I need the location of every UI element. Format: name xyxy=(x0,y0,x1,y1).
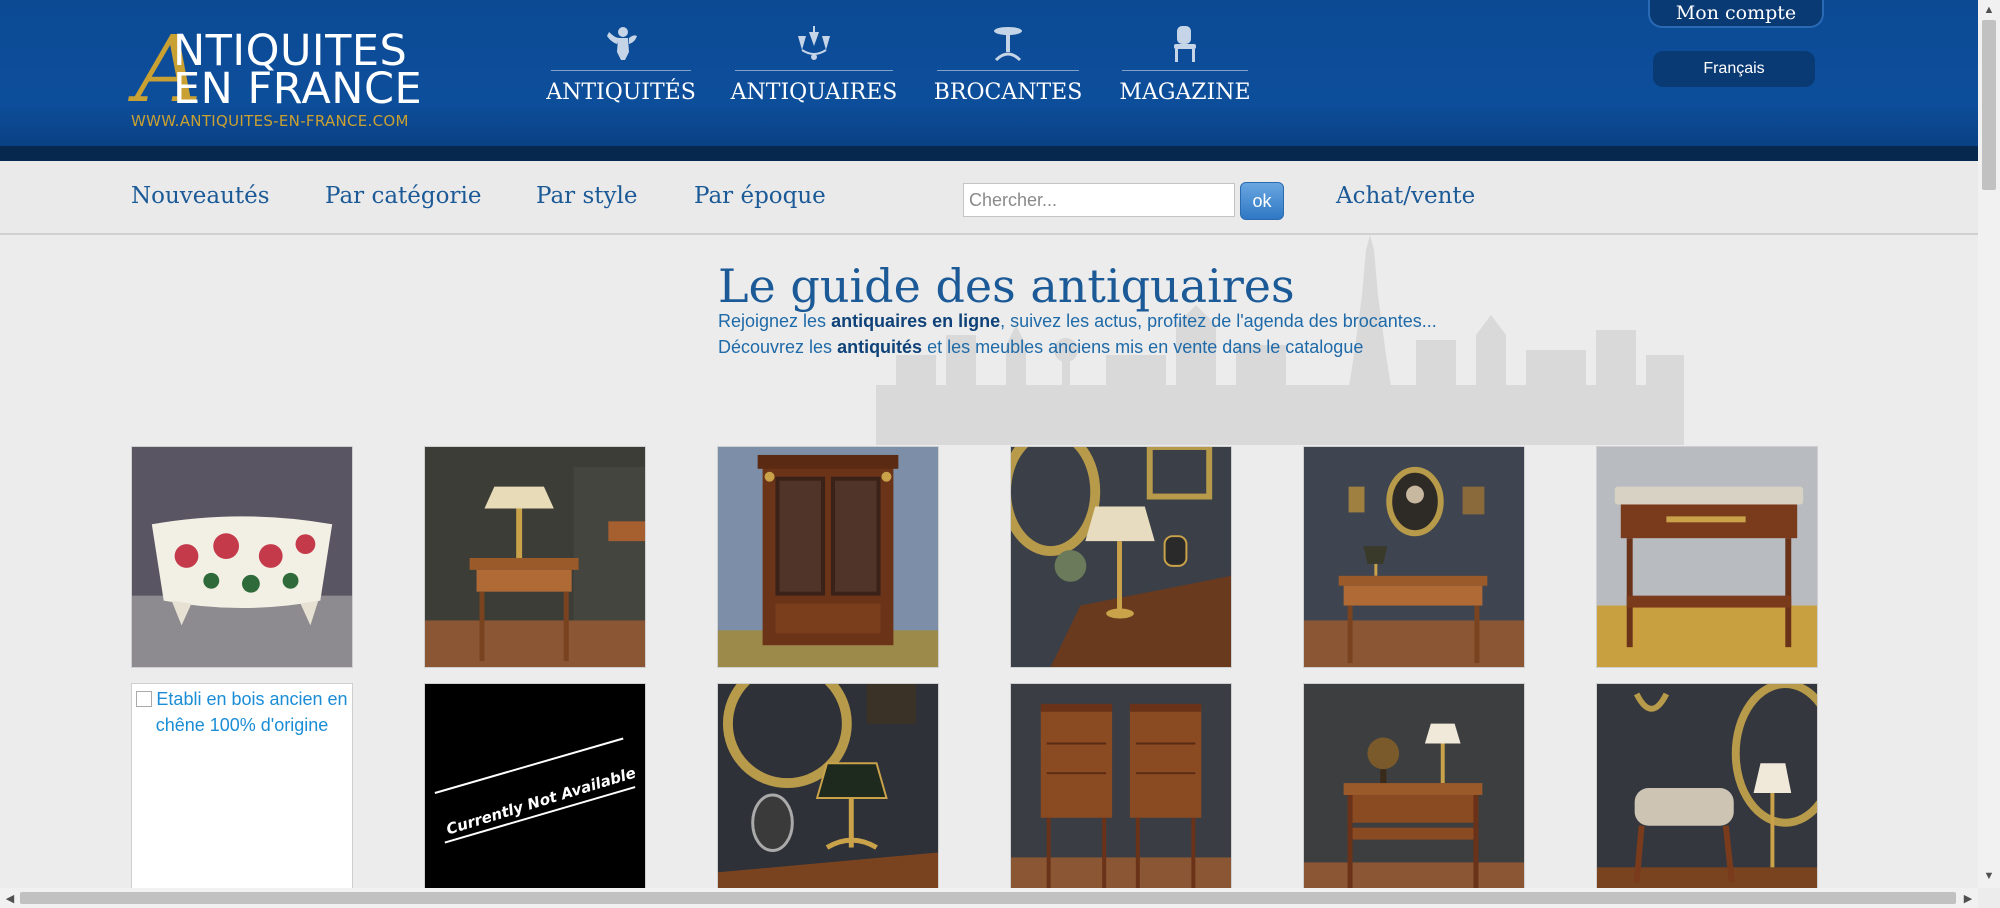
product-tile[interactable] xyxy=(1303,683,1525,905)
product-tile[interactable] xyxy=(1596,683,1818,905)
cherub-icon xyxy=(607,27,637,60)
site-logo[interactable]: A NTIQUITES EN FRANCE WWW.ANTIQUITES-EN-… xyxy=(131,24,441,131)
main-nav-antiquaires[interactable]: ANTIQUAIRES xyxy=(731,22,897,112)
page-title: Le guide des antiquaires xyxy=(718,259,1295,313)
subnav-par-epoque[interactable]: Par époque xyxy=(694,181,826,211)
intro-line-2: Découvrez les antiquités et les meubles … xyxy=(718,337,1364,357)
logo-url: WWW.ANTIQUITES-EN-FRANCE.COM xyxy=(131,112,409,130)
product-image-footstool xyxy=(1597,684,1817,904)
product-tile[interactable] xyxy=(717,446,939,668)
subnav-nouveautes[interactable]: Nouveautés xyxy=(131,181,270,211)
subnav-par-style[interactable]: Par style xyxy=(536,181,637,211)
header-strip xyxy=(0,146,1978,161)
chair-icon xyxy=(1174,26,1196,62)
product-tile[interactable]: Etabli en bois ancien en chêne 100% d'or… xyxy=(131,683,353,905)
product-image-bouillotte-lamp xyxy=(718,684,938,904)
product-tile[interactable]: Currently Not Available xyxy=(424,683,646,905)
account-button[interactable]: Mon compte xyxy=(1648,0,1824,28)
product-tile[interactable] xyxy=(1596,446,1818,668)
product-image-jardiniere xyxy=(132,447,352,667)
main-nav-label: ANTIQUAIRES xyxy=(730,80,898,105)
product-image-alt-text: Etabli en bois ancien en chêne 100% d'or… xyxy=(155,689,348,735)
product-image-side-table-lamp xyxy=(425,447,645,667)
vertical-scrollbar-thumb[interactable] xyxy=(1982,20,1996,190)
language-selector[interactable]: Français xyxy=(1653,51,1815,87)
product-tile[interactable] xyxy=(131,446,353,668)
product-tile[interactable] xyxy=(1010,446,1232,668)
scroll-up-arrow-icon[interactable]: ▲ xyxy=(1981,2,1997,18)
broken-image-icon: Etabli en bois ancien en chêne 100% d'or… xyxy=(136,686,348,738)
product-tile[interactable] xyxy=(424,446,646,668)
sub-nav: Nouveautés Par catégorie Par style Par é… xyxy=(0,161,1978,235)
main-nav-label: MAGAZINE xyxy=(1119,80,1251,105)
subnav-par-categorie[interactable]: Par catégorie xyxy=(325,181,481,211)
product-image-writing-desk xyxy=(1304,447,1524,667)
antiquites-link[interactable]: antiquités xyxy=(837,337,922,357)
subnav-achat-vente[interactable]: Achat/vente xyxy=(1336,181,1475,211)
main-nav-magazine[interactable]: MAGAZINE xyxy=(1119,22,1251,112)
search-input[interactable] xyxy=(963,183,1235,217)
intro-line-1: Rejoignez les antiquaires en ligne, suiv… xyxy=(718,311,1437,331)
vertical-scrollbar[interactable]: ▲ ▼ xyxy=(1978,0,2000,888)
product-tile[interactable] xyxy=(1010,683,1232,905)
product-image-lamp-mirror xyxy=(1011,447,1231,667)
product-image-chest-globe xyxy=(1304,684,1524,904)
antiquaires-en-ligne-link[interactable]: antiquaires en ligne xyxy=(831,311,1000,331)
chandelier-icon xyxy=(798,26,830,60)
main-nav-brocantes[interactable]: BROCANTES xyxy=(934,22,1082,112)
scroll-left-arrow-icon[interactable]: ◀ xyxy=(2,890,18,906)
product-image-nightstands xyxy=(1011,684,1231,904)
pedestal-table-icon xyxy=(994,27,1022,62)
main-nav-label: BROCANTES xyxy=(933,80,1083,105)
horizontal-scrollbar-thumb[interactable] xyxy=(20,892,1956,904)
product-tile[interactable] xyxy=(1303,446,1525,668)
product-image-bookcase xyxy=(718,447,938,667)
product-tile[interactable] xyxy=(717,683,939,905)
search-submit-button[interactable]: ok xyxy=(1240,182,1284,220)
scroll-right-arrow-icon[interactable]: ▶ xyxy=(1960,890,1976,906)
logo-line-2: EN FRANCE xyxy=(173,64,423,114)
product-image-marble-table xyxy=(1597,447,1817,667)
site-header: A NTIQUITES EN FRANCE WWW.ANTIQUITES-EN-… xyxy=(0,0,1978,146)
main-nav-antiquites[interactable]: ANTIQUITÉS xyxy=(546,22,696,112)
horizontal-scrollbar[interactable]: ◀ ▶ xyxy=(0,888,1978,908)
scroll-down-arrow-icon[interactable]: ▼ xyxy=(1981,868,1997,884)
main-nav-label: ANTIQUITÉS xyxy=(546,80,696,105)
